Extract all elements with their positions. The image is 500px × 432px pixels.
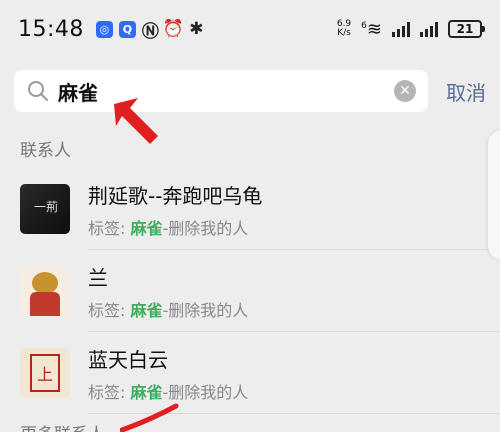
tag-highlight: 麻雀 bbox=[130, 300, 163, 320]
annotation-arrow-icon bbox=[114, 98, 158, 144]
app-notification-icon: ◎ bbox=[95, 20, 113, 38]
notification-icons: ◎ Q Ⓝ ⏰ ✱ bbox=[95, 19, 205, 42]
alarm-icon: ⏰ bbox=[162, 19, 184, 39]
search-app-icon: Q bbox=[118, 20, 136, 38]
avatar bbox=[20, 266, 70, 316]
status-right: 6.9 K/s 6≋ 21 bbox=[337, 18, 485, 40]
contacts-list: 一荊 荆延歌--奔跑吧乌龟 标签: 麻雀-删除我的人 兰 标签: 麻雀-删除我的… bbox=[0, 168, 500, 414]
battery-indicator: 21 bbox=[448, 20, 485, 38]
search-icon bbox=[28, 81, 48, 101]
search-input[interactable]: 麻雀 ✕ bbox=[14, 70, 428, 112]
annotation-stroke-icon bbox=[120, 403, 179, 432]
contacts-section-header: 联系人 bbox=[20, 141, 71, 161]
signal-icon bbox=[392, 21, 410, 37]
search-query[interactable]: 麻雀 bbox=[58, 77, 394, 106]
contact-name: 荆延歌--奔跑吧乌龟 bbox=[88, 183, 263, 208]
tag-highlight: 麻雀 bbox=[130, 218, 163, 238]
network-speed-unit: K/s bbox=[337, 28, 351, 38]
wifi-icon: 6≋ bbox=[361, 18, 382, 40]
search-row: 麻雀 ✕ 取消 bbox=[0, 66, 500, 116]
side-drawer-handle[interactable] bbox=[488, 130, 500, 260]
clear-icon[interactable]: ✕ bbox=[394, 80, 416, 102]
signal-icon-2 bbox=[420, 21, 438, 37]
tag-highlight: 麻雀 bbox=[130, 382, 163, 402]
avatar: 一荊 bbox=[20, 184, 70, 234]
nfc-icon: Ⓝ bbox=[141, 21, 159, 42]
contact-row[interactable]: 兰 标签: 麻雀-删除我的人 bbox=[0, 250, 500, 332]
network-speed: 6.9 K/s bbox=[337, 20, 351, 38]
cancel-button[interactable]: 取消 bbox=[446, 77, 486, 106]
battery-level: 21 bbox=[456, 22, 474, 36]
contact-name: 蓝天白云 bbox=[88, 347, 168, 372]
wifi-label: 6 bbox=[361, 20, 367, 31]
contact-tag: 标签: 麻雀-删除我的人 bbox=[88, 300, 249, 320]
bluetooth-icon: ✱ bbox=[189, 19, 204, 39]
contact-row[interactable]: 一荊 荆延歌--奔跑吧乌龟 标签: 麻雀-删除我的人 bbox=[0, 168, 500, 250]
status-bar: 15:48 ◎ Q Ⓝ ⏰ ✱ 6.9 K/s 6≋ 21 bbox=[0, 0, 500, 58]
avatar: 上 bbox=[20, 348, 70, 398]
contact-name: 兰 bbox=[88, 265, 108, 290]
contact-tag: 标签: 麻雀-删除我的人 bbox=[88, 382, 249, 402]
contact-tag: 标签: 麻雀-删除我的人 bbox=[88, 218, 249, 238]
more-contacts-header: 更多联系人 bbox=[20, 420, 105, 432]
contact-row[interactable]: 上 蓝天白云 标签: 麻雀-删除我的人 bbox=[0, 332, 500, 414]
status-time: 15:48 bbox=[18, 16, 84, 42]
